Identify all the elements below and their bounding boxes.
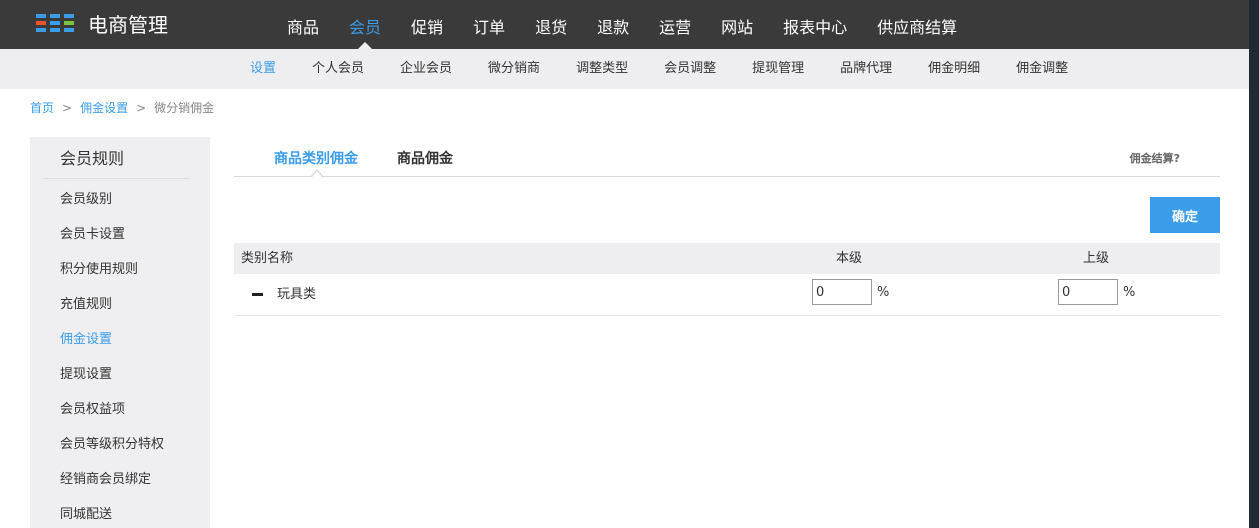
- grid-logo-icon: [36, 14, 74, 36]
- logo-cell: [64, 14, 74, 18]
- collapse-minus-icon[interactable]: [252, 293, 263, 296]
- nav-item-orders[interactable]: 订单: [458, 0, 520, 49]
- commission-table: 类别名称 本级 上级 玩具类 % %: [234, 243, 1220, 316]
- main-nav: 商品 会员 促销 订单 退货 退款 运营 网站 报表中心 供应商结算: [272, 0, 972, 49]
- confirm-button[interactable]: 确定: [1150, 197, 1220, 233]
- sidebar-item-dealer-binding[interactable]: 经销商会员绑定: [60, 462, 164, 497]
- subnav-item-enterprise-members[interactable]: 企业会员: [382, 49, 470, 89]
- sidebar-item-recharge-rules[interactable]: 充值规则: [60, 287, 164, 322]
- nav-item-returns[interactable]: 退货: [520, 0, 582, 49]
- sidebar-item-withdraw-settings[interactable]: 提现设置: [60, 357, 164, 392]
- breadcrumb-separator: >: [136, 101, 147, 115]
- breadcrumb-home[interactable]: 首页: [30, 100, 54, 116]
- logo-cell: [64, 21, 74, 25]
- breadcrumb: 首页 > 佣金设置 > 微分销佣金: [30, 100, 214, 116]
- nav-item-refunds[interactable]: 退款: [582, 0, 644, 49]
- sub-nav: 设置 个人会员 企业会员 微分销商 调整类型 会员调整 提现管理 品牌代理 佣金…: [0, 49, 1249, 89]
- logo-cell: [50, 28, 60, 32]
- column-header-upper-level: 上级: [1083, 251, 1110, 266]
- logo-cell: [36, 21, 46, 25]
- breadcrumb-separator: >: [62, 101, 73, 115]
- subnav-item-settings[interactable]: 设置: [232, 49, 294, 89]
- sidebar-list: 会员级别 会员卡设置 积分使用规则 充值规则 佣金设置 提现设置 会员权益项 会…: [60, 182, 164, 528]
- sidebar-item-member-levels[interactable]: 会员级别: [60, 182, 164, 217]
- table-header: 类别名称 本级 上级: [234, 243, 1220, 274]
- nav-item-reports[interactable]: 报表中心: [768, 0, 862, 49]
- logo-cell: [36, 14, 46, 18]
- upper-level-percent-input[interactable]: [1058, 279, 1118, 305]
- subnav-item-micro-distributors[interactable]: 微分销商: [470, 49, 558, 89]
- commission-settlement-help-link[interactable]: 佣金结算?: [1130, 150, 1180, 166]
- logo-cell: [64, 28, 74, 32]
- subnav-item-commission-detail[interactable]: 佣金明细: [910, 49, 998, 89]
- subnav-item-adjust-types[interactable]: 调整类型: [558, 49, 646, 89]
- subnav-item-brand-agent[interactable]: 品牌代理: [822, 49, 910, 89]
- sidebar-item-level-points-privileges[interactable]: 会员等级积分特权: [60, 427, 164, 462]
- logo-cell: [36, 28, 46, 32]
- top-header: 电商管理 商品 会员 促销 订单 退货 退款 运营 网站 报表中心 供应商结算: [0, 0, 1259, 49]
- subnav-item-personal-members[interactable]: 个人会员: [294, 49, 382, 89]
- sidebar: 会员规则 会员级别 会员卡设置 积分使用规则 充值规则 佣金设置 提现设置 会员…: [30, 137, 210, 528]
- sidebar-item-local-delivery[interactable]: 同城配送: [60, 497, 164, 528]
- sidebar-divider: [44, 178, 189, 179]
- window-edge: [1249, 0, 1259, 528]
- breadcrumb-current: 微分销佣金: [154, 101, 215, 115]
- nav-item-website[interactable]: 网站: [706, 0, 768, 49]
- category-name: 玩具类: [277, 287, 317, 302]
- tab-category-commission[interactable]: 商品类别佣金: [274, 148, 358, 168]
- logo-cell: [50, 21, 60, 25]
- sidebar-item-points-rules[interactable]: 积分使用规则: [60, 252, 164, 287]
- nav-item-operations[interactable]: 运营: [644, 0, 706, 49]
- sidebar-item-member-card[interactable]: 会员卡设置: [60, 217, 164, 252]
- sidebar-item-commission-settings[interactable]: 佣金设置: [60, 322, 164, 357]
- app-logo[interactable]: 电商管理: [36, 12, 168, 38]
- percent-unit: %: [877, 285, 890, 300]
- nav-item-promotions[interactable]: 促销: [396, 0, 458, 49]
- sidebar-item-member-benefits[interactable]: 会员权益项: [60, 392, 164, 427]
- subnav-item-withdraw-manage[interactable]: 提现管理: [734, 49, 822, 89]
- app-title: 电商管理: [88, 13, 168, 37]
- tab-product-commission[interactable]: 商品佣金: [397, 148, 453, 168]
- subnav-item-member-adjust[interactable]: 会员调整: [646, 49, 734, 89]
- percent-unit: %: [1123, 285, 1136, 300]
- nav-item-members[interactable]: 会员: [334, 0, 396, 49]
- commission-tabs: 商品类别佣金 商品佣金 佣金结算?: [234, 140, 1220, 177]
- column-header-own-level: 本级: [836, 251, 863, 266]
- subnav-item-commission-adjust[interactable]: 佣金调整: [998, 49, 1086, 89]
- breadcrumb-parent[interactable]: 佣金设置: [80, 100, 128, 116]
- column-header-category-name: 类别名称: [241, 251, 294, 266]
- logo-cell: [50, 14, 60, 18]
- table-row: 玩具类 % %: [234, 274, 1220, 316]
- nav-item-products[interactable]: 商品: [272, 0, 334, 49]
- sidebar-title: 会员规则: [60, 149, 125, 168]
- active-tab-indicator: [311, 169, 323, 177]
- nav-item-supplier-settlement[interactable]: 供应商结算: [862, 0, 972, 49]
- own-level-percent-input[interactable]: [812, 279, 872, 305]
